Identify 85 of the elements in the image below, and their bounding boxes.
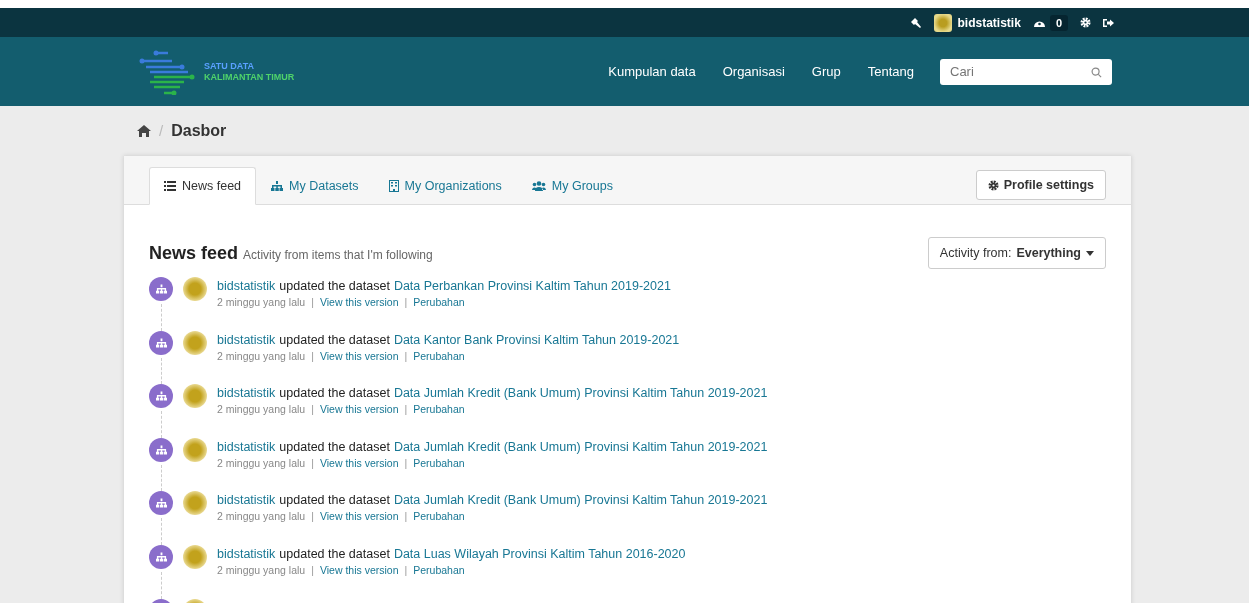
activity-action: updated the dataset	[279, 386, 390, 401]
users-icon	[531, 181, 546, 191]
changes-link[interactable]: Perubahan	[413, 403, 465, 416]
dataset-link[interactable]: Data Luas Wilayah Provinsi Kaltim Tahun 2016-2020	[393, 546, 686, 561]
separator: |	[311, 563, 314, 576]
changes-link[interactable]: Perubahan	[413, 349, 465, 362]
activity-time: 2 minggu yang lalu	[217, 349, 306, 362]
search-field[interactable]: Cari	[940, 58, 1112, 85]
activity-action: updated the dataset	[279, 332, 390, 347]
separator: |	[404, 563, 408, 576]
separator: |	[311, 296, 314, 308]
user-avatar[interactable]	[933, 13, 952, 32]
dataset-icon	[149, 544, 173, 569]
view-version-link[interactable]: View this version	[319, 403, 399, 416]
view-version-link[interactable]: View this version	[319, 349, 399, 362]
section-title: News feed	[149, 242, 239, 264]
user-link[interactable]: bidstatistik	[217, 279, 276, 293]
activity-time: 2 minggu yang lalu	[217, 456, 306, 469]
section-subtitle: Activity from items that I'm following	[243, 247, 433, 262]
notification-count: 0	[1049, 14, 1068, 31]
activity-action: updated the dataset	[279, 493, 390, 508]
nav-link[interactable]: Organisasi	[722, 64, 785, 79]
profile-settings-button[interactable]: Profile settings	[975, 170, 1106, 200]
separator: |	[404, 456, 408, 469]
building-icon	[388, 180, 399, 192]
dataset-link[interactable]: Data Jumlah Kredit (Bank Umum) Provinsi Kaltim Tahun 2019-2021	[393, 439, 768, 454]
dataset-link[interactable]: Data Jumlah Kredit (Bank Umum) Provinsi Kaltim Tahun 2019-2021	[393, 493, 768, 508]
activity-action: updated the dataset	[279, 546, 390, 561]
separator: |	[404, 403, 408, 416]
activity-time: 2 minggu yang lalu	[217, 510, 306, 523]
settings-icon[interactable]	[1080, 17, 1091, 28]
tab[interactable]: My Organizations	[373, 167, 517, 205]
sitemap-icon	[271, 181, 284, 191]
nav-link[interactable]: Grup	[811, 64, 841, 79]
view-version-link[interactable]: View this version	[319, 563, 399, 576]
nav-link[interactable]: Kumpulan data	[608, 64, 696, 79]
separator: |	[311, 349, 314, 362]
gear-icon	[987, 179, 999, 191]
dataset-link[interactable]: Data Perbankan Provinsi Kaltim Tahun 2019-2021	[393, 279, 671, 293]
dataset-link[interactable]: Data Kantor Bank Provinsi Kaltim Tahun 2019-2021	[393, 332, 680, 347]
changes-link[interactable]: Perubahan	[413, 563, 465, 576]
user-link[interactable]: bidstatistik	[217, 493, 276, 508]
username-link[interactable]: bidstatistik	[957, 15, 1021, 30]
breadcrumb-separator: /	[159, 122, 164, 139]
changes-link[interactable]: Perubahan	[413, 456, 465, 469]
activity-time: 2 minggu yang lalu	[217, 563, 306, 576]
dataset-icon	[149, 437, 173, 462]
view-version-link[interactable]: View this version	[319, 510, 399, 523]
user-link[interactable]: bidstatistik	[217, 546, 276, 561]
separator: |	[404, 296, 408, 308]
view-version-link[interactable]: View this version	[319, 296, 399, 308]
view-version-link[interactable]: View this version	[319, 456, 399, 469]
changes-link[interactable]: Perubahan	[413, 296, 465, 308]
caret-icon	[1086, 250, 1094, 256]
tab[interactable]: My Groups	[516, 167, 628, 205]
activity-action: updated the dataset	[279, 439, 390, 454]
separator: |	[311, 510, 314, 523]
list-icon	[164, 181, 176, 191]
user-link[interactable]: bidstatistik	[217, 439, 276, 454]
changes-link[interactable]: Perubahan	[413, 510, 465, 523]
search-icon[interactable]	[1091, 66, 1102, 78]
dataset-icon	[149, 384, 173, 409]
user-link[interactable]: bidstatistik	[217, 332, 276, 347]
logo-title[interactable]: SATU DATA	[204, 60, 295, 72]
logo-subtitle[interactable]: KALIMANTAN TIMUR	[204, 71, 295, 83]
tab[interactable]: My Datasets	[256, 167, 374, 205]
dataset-icon	[149, 491, 173, 516]
activity-action: updated the dataset	[279, 279, 390, 293]
logout-icon[interactable]	[1103, 17, 1114, 28]
dataset-link[interactable]: Data Jumlah Kredit (Bank Umum) Provinsi Kaltim Tahun 2019-2021	[393, 386, 768, 401]
nav-link[interactable]: Tentang	[867, 64, 914, 79]
dataset-icon	[149, 330, 173, 355]
hammer-icon[interactable]	[909, 16, 922, 29]
user-link[interactable]: bidstatistik	[217, 386, 276, 401]
activity-time: 2 minggu yang lalu	[217, 296, 306, 308]
separator: |	[311, 456, 314, 469]
dataset-icon	[149, 277, 173, 301]
activity-time: 2 minggu yang lalu	[217, 403, 306, 416]
separator: |	[404, 510, 408, 523]
home-icon[interactable]	[137, 124, 151, 137]
separator: |	[404, 349, 408, 362]
page-title: Dasbor	[171, 121, 227, 140]
tab[interactable]: News feed	[149, 167, 257, 205]
activity-filter-dropdown[interactable]: Activity from: Everything	[927, 237, 1106, 269]
separator: |	[311, 403, 314, 416]
